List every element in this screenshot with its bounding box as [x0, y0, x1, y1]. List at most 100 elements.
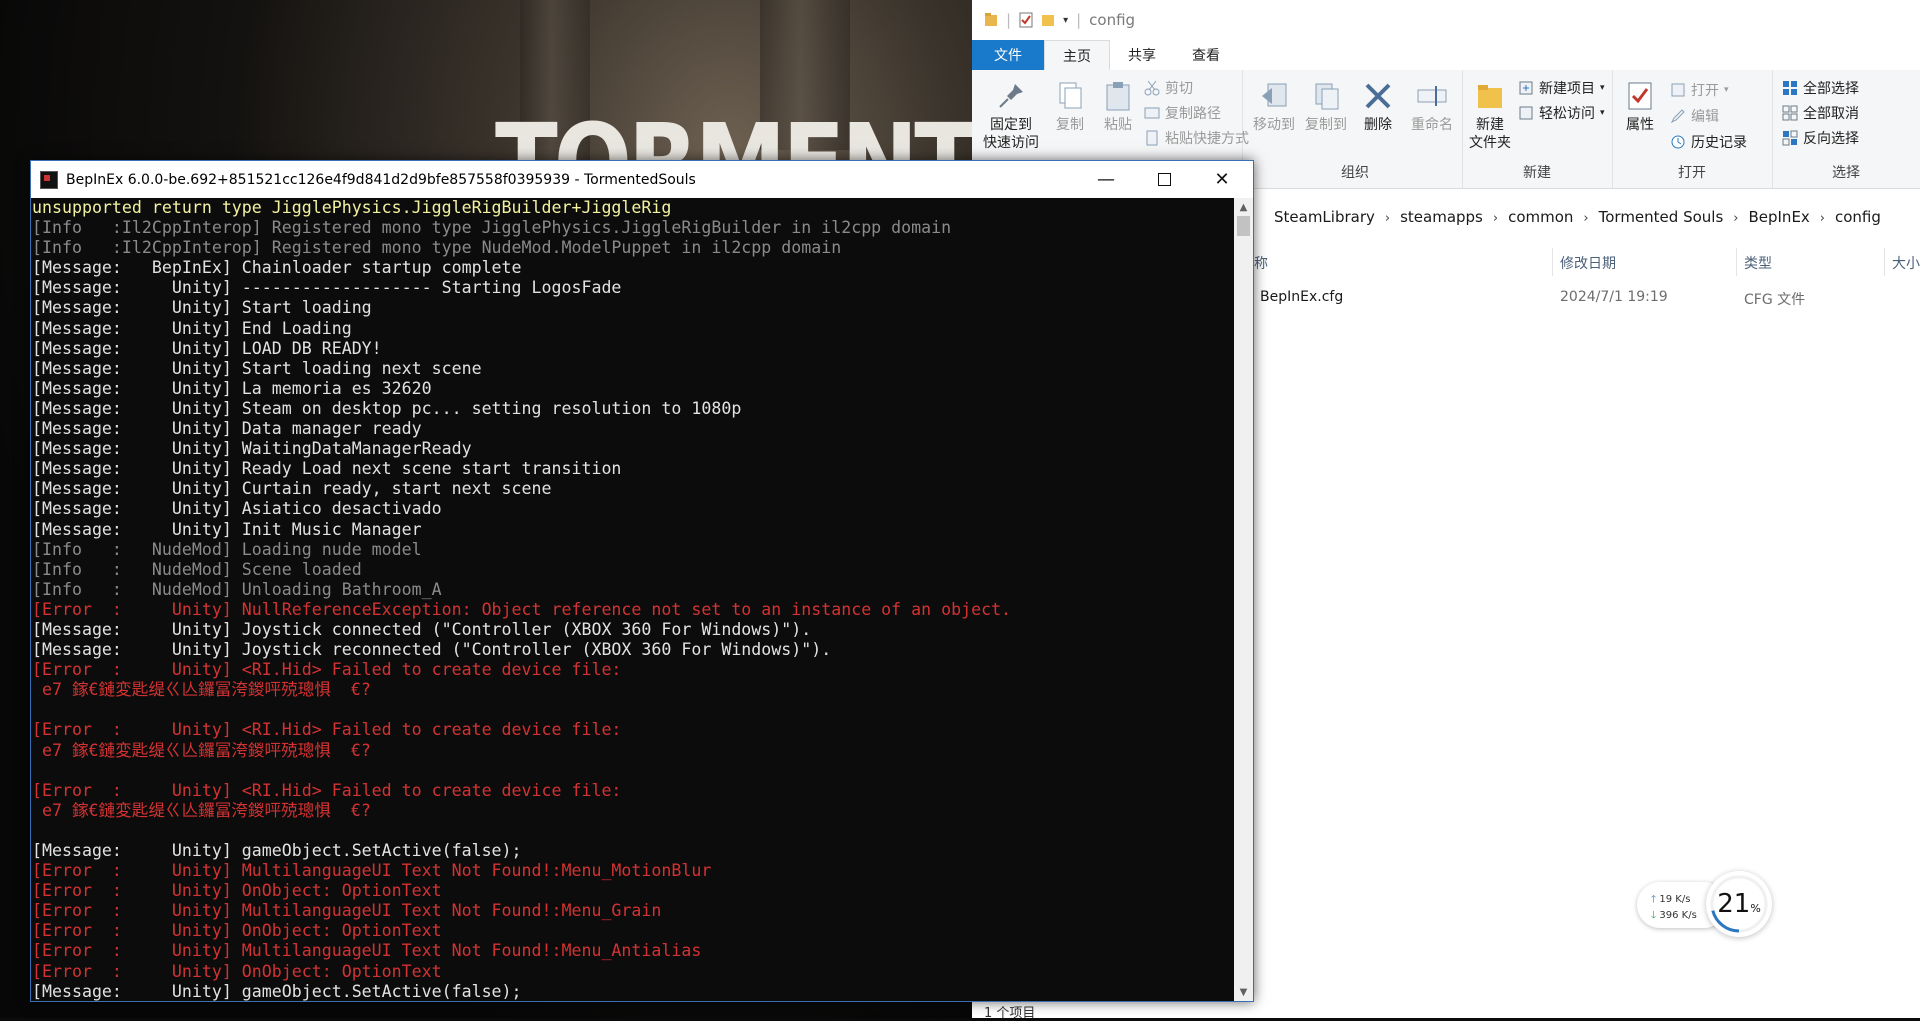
- console-line: [Message: Unity] Init Music Manager: [32, 519, 422, 539]
- select-all-button[interactable]: 全部选择: [1782, 78, 1859, 98]
- console-line: [Error : Unity] MultilanguageUI Text Not…: [32, 901, 662, 921]
- tab-home[interactable]: 主页: [1044, 40, 1110, 70]
- new-folder-button[interactable]: 新建 文件夹: [1464, 80, 1516, 152]
- tab-view[interactable]: 查看: [1174, 40, 1238, 70]
- chevron-right-icon[interactable]: ›: [1579, 211, 1592, 226]
- pin-quick-access-button[interactable]: 固定到 快速访问: [978, 80, 1044, 152]
- properties-check-icon[interactable]: [1019, 12, 1033, 28]
- copy-to-icon: [1315, 83, 1339, 110]
- open-label: 打开: [1691, 83, 1719, 99]
- console-line: [Message: Unity] Joystick reconnected ("…: [32, 640, 832, 660]
- column-name[interactable]: 称: [1254, 253, 1268, 273]
- download-arrow-icon: 🡓: [1651, 910, 1657, 921]
- breadcrumb-item[interactable]: common: [1502, 208, 1579, 226]
- network-monitor-widget[interactable]: 🡑 19 K/s 🡓 396 K/s 21%: [1637, 871, 1772, 937]
- chevron-right-icon[interactable]: ›: [1489, 211, 1502, 226]
- history-label: 历史记录: [1691, 135, 1747, 151]
- scroll-down-icon[interactable]: ▼: [1234, 983, 1253, 1001]
- minimize-icon: —: [1097, 169, 1115, 190]
- move-to-label: 移动到: [1253, 117, 1295, 133]
- rename-label: 重命名: [1411, 117, 1453, 133]
- invert-selection-icon: [1782, 130, 1798, 146]
- quick-access-dropdown-icon[interactable]: ▾: [1063, 15, 1068, 26]
- paste-button[interactable]: 粘贴: [1096, 80, 1140, 134]
- organize-group-label: 组织: [1341, 165, 1369, 181]
- properties-button[interactable]: 属性: [1618, 80, 1662, 134]
- copy-button[interactable]: 复制: [1048, 80, 1092, 134]
- maximize-button[interactable]: [1135, 161, 1193, 198]
- minimize-button[interactable]: —: [1077, 161, 1135, 198]
- copy-path-button[interactable]: 复制路径: [1144, 103, 1221, 123]
- console-output[interactable]: unsupported return type JigglePhysics.Ji…: [31, 198, 1235, 1001]
- select-none-label: 全部取消: [1803, 106, 1859, 122]
- open-group-label: 打开: [1678, 165, 1706, 181]
- console-line: [Message: Unity] LOAD DB READY!: [32, 338, 382, 358]
- cpu-usage-circle: 21%: [1706, 871, 1772, 937]
- console-scrollbar[interactable]: ▲ ▼: [1234, 198, 1253, 1001]
- cpu-percent: 21%: [1706, 889, 1772, 919]
- chevron-right-icon[interactable]: ›: [1816, 211, 1829, 226]
- edit-button[interactable]: 编辑: [1670, 106, 1719, 126]
- console-line: [Message: Unity] Joystick connected ("Co…: [32, 619, 812, 639]
- breadcrumb-item[interactable]: BepInEx: [1742, 208, 1815, 226]
- invert-selection-label: 反向选择: [1803, 131, 1859, 147]
- breadcrumb-item[interactable]: steamapps: [1394, 208, 1489, 226]
- cut-button[interactable]: 剪切: [1144, 78, 1193, 98]
- console-line: [Message: Unity] Start loading next scen…: [32, 358, 482, 378]
- chevron-right-icon[interactable]: ›: [1729, 211, 1742, 226]
- move-to-button[interactable]: 移动到: [1248, 80, 1300, 134]
- console-line: unsupported return type JigglePhysics.Ji…: [32, 198, 672, 217]
- breadcrumb-item[interactable]: Tormented Souls: [1593, 208, 1730, 226]
- console-line: [Message: Unity] Steam on desktop pc... …: [32, 398, 742, 418]
- column-modified[interactable]: 修改日期: [1560, 253, 1616, 273]
- rename-button[interactable]: 重命名: [1404, 80, 1460, 134]
- chevron-right-icon[interactable]: ›: [1381, 211, 1394, 226]
- percent-sign: %: [1750, 902, 1761, 915]
- open-button[interactable]: 打开 ▾: [1670, 80, 1729, 100]
- console-line: [Error : Unity] MultilanguageUI Text Not…: [32, 861, 712, 881]
- paste-label: 粘贴: [1104, 117, 1132, 133]
- properties-icon: [1628, 82, 1652, 110]
- column-size[interactable]: 大小: [1892, 253, 1920, 273]
- close-icon: ✕: [1214, 169, 1230, 190]
- easy-access-button[interactable]: 轻松访问 ▾: [1518, 103, 1605, 123]
- rename-icon: [1417, 86, 1447, 106]
- breadcrumb: SteamLibrary › steamapps › common › Tormented …: [1268, 208, 1887, 226]
- console-line: [Info : NudeMod] Unloading Bathroom_A: [32, 579, 442, 599]
- console-line: [Message: Unity] gameObject.SetActive(fa…: [32, 841, 522, 860]
- history-button[interactable]: 历史记录: [1670, 132, 1747, 152]
- console-line: [Message: Unity] WaitingDataManagerReady: [32, 439, 472, 459]
- console-line: [Message: Unity] La memoria es 32620: [32, 378, 432, 398]
- paste-icon: [1106, 82, 1130, 111]
- download-speed: 🡓 396 K/s: [1651, 908, 1697, 925]
- ribbon-tabs: 文件 主页 共享 查看: [972, 40, 1920, 71]
- column-type[interactable]: 类型: [1744, 253, 1772, 273]
- console-line: [Message: Unity] Curtain ready, start ne…: [32, 479, 552, 499]
- copy-icon: [1059, 82, 1082, 109]
- window-title: config: [1089, 11, 1136, 29]
- console-line: [Info :Il2CppInterop] Registered mono ty…: [32, 218, 952, 238]
- close-button[interactable]: ✕: [1193, 161, 1251, 198]
- move-to-icon: [1262, 83, 1287, 107]
- scroll-up-icon[interactable]: ▲: [1234, 198, 1253, 216]
- new-folder-icon[interactable]: [1041, 12, 1055, 28]
- select-none-button[interactable]: 全部取消: [1782, 103, 1859, 123]
- tab-file[interactable]: 文件: [972, 40, 1044, 70]
- invert-selection-button[interactable]: 反向选择: [1782, 128, 1859, 148]
- delete-button[interactable]: 删除: [1354, 80, 1402, 134]
- select-none-icon: [1782, 105, 1798, 121]
- breadcrumb-item[interactable]: SteamLibrary: [1268, 208, 1381, 226]
- console-line: [Error : Unity] OnObject: OptionText: [32, 881, 442, 901]
- new-item-button[interactable]: 新建项目 ▾: [1518, 78, 1605, 98]
- copy-to-button[interactable]: 复制到: [1300, 80, 1352, 134]
- paste-shortcut-button[interactable]: 粘贴快捷方式: [1144, 128, 1249, 148]
- new-group-label: 新建: [1523, 165, 1551, 181]
- select-all-icon: [1783, 81, 1797, 95]
- tab-share[interactable]: 共享: [1110, 40, 1174, 70]
- scrollbar-thumb[interactable]: [1237, 216, 1250, 236]
- ribbon-group-select: 全部选择 全部取消 反向选择 选择: [1772, 70, 1920, 188]
- status-item-count: 1 个项目: [984, 1006, 1036, 1021]
- breadcrumb-item[interactable]: config: [1829, 208, 1887, 226]
- console-titlebar[interactable]: BepInEx 6.0.0-be.692+851521cc126e4f9d841…: [31, 161, 1253, 198]
